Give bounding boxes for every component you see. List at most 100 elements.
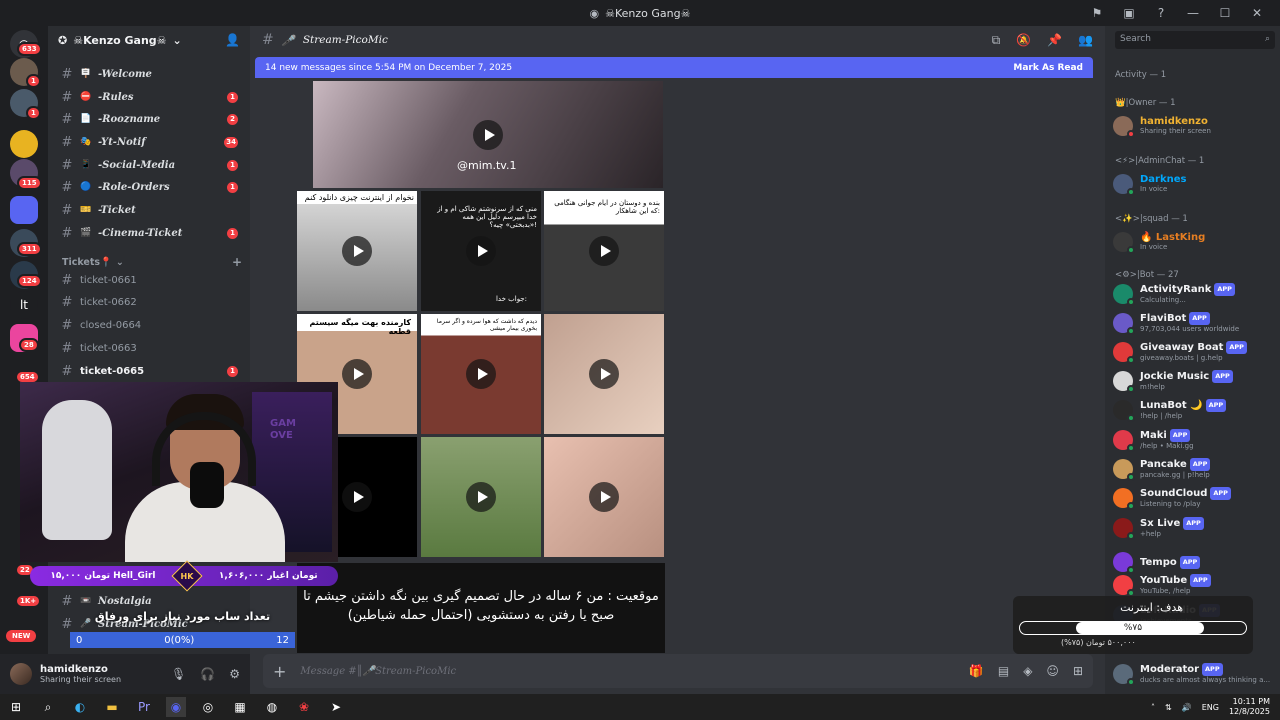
member-item[interactable]: YouTube APP YouTube, /help [1113, 573, 1275, 597]
member-item[interactable]: ActivityRank APP Calculating... [1113, 282, 1275, 306]
channel-item[interactable]: # 🪧 -Welcome [56, 64, 246, 84]
channel-item[interactable]: # 🔵 -Role-Orders 1 [56, 177, 246, 197]
pin-icon[interactable]: 📌 [1047, 33, 1062, 48]
activity-header[interactable]: Activity — 1 [1115, 70, 1166, 80]
status-dot [1127, 502, 1135, 510]
channel-item[interactable]: # 🎭 -Yt-Notif 34 [56, 132, 246, 152]
channel-header: # 🎤 Stream-PicoMic ⧉ 🔕 📌 👥 [250, 26, 1105, 54]
member-item[interactable]: LunaBot 🌙 APP !help | /help [1113, 398, 1275, 422]
new-messages-bar[interactable]: 14 new messages since 5:54 PM on Decembe… [255, 57, 1093, 78]
member-item[interactable]: 🔥 LastKing In voice [1113, 230, 1275, 254]
channel-item[interactable]: # 📄 -Roozname 2 [56, 109, 246, 129]
channel-item[interactable]: # 🎬 -Cinema-Ticket 1 [56, 223, 246, 243]
ticket-channel-item[interactable]: # ticket-0662 [56, 292, 246, 312]
member-item[interactable]: Maki APP/help • Maki.gg [1113, 428, 1275, 452]
message-input[interactable]: Message #║🎤Stream-PicoMic [300, 666, 456, 677]
ticket-channel-item[interactable]: # ticket-0663 [56, 338, 246, 358]
play-icon[interactable] [473, 119, 503, 150]
windows-start-icon[interactable]: ⊞ [6, 697, 26, 717]
member-item[interactable]: Darknes In voice [1113, 172, 1275, 196]
upload-plus-icon[interactable]: + [273, 662, 286, 681]
message-composer[interactable]: + Message #║🎤Stream-PicoMic 🎁 ▤ ◈ ☺ ⊞ [263, 654, 1093, 688]
new-tag[interactable]: NEW [6, 630, 37, 642]
member-item[interactable]: Jockie Music APP m!help [1113, 369, 1275, 393]
language-indicator[interactable]: ENG [1202, 703, 1219, 712]
screen-share-icon[interactable]: ▣ [1120, 6, 1138, 20]
discord-icon[interactable]: ◉ [166, 697, 186, 717]
premiere-icon[interactable]: Pr [134, 697, 154, 717]
video-tile[interactable]: نخوام از اینترنت چیزی دانلود کنم [297, 191, 417, 311]
search-icon[interactable]: ⌕ [38, 697, 58, 717]
video-tile[interactable] [544, 314, 664, 434]
add-channel-icon[interactable]: + [232, 255, 242, 269]
sticker-icon[interactable]: ◈ [1023, 664, 1032, 678]
app-icon[interactable]: ➤ [326, 697, 346, 717]
app-icon[interactable]: ▦ [230, 697, 250, 717]
microphone-icon[interactable]: 🎙 [171, 667, 186, 681]
file-explorer-icon[interactable]: ▬ [102, 697, 122, 717]
maximize-button[interactable]: ☐ [1216, 6, 1234, 20]
member-item[interactable]: Sx Live APP +help [1113, 516, 1275, 540]
member-list-icon[interactable]: 👥 [1078, 33, 1093, 48]
server-header[interactable]: ✪ ☠Kenzo Gang☠ ⌄ 👤 [48, 26, 250, 54]
channel-item[interactable]: # ⛔ -Rules 1 [56, 87, 246, 107]
avatar[interactable] [10, 663, 32, 685]
mark-as-read-button[interactable]: Mark As Read [1013, 63, 1083, 73]
ticket-channel-item[interactable]: # closed-0664 [56, 315, 246, 335]
inbox-icon[interactable]: ⚑ [1088, 6, 1106, 20]
ticket-channel-item[interactable]: # ticket-0661 [56, 270, 246, 290]
member-item[interactable]: Pancake APP pancake.gg | p!help [1113, 457, 1275, 481]
chrome-server-icon[interactable] [10, 130, 38, 158]
channel-item[interactable]: # 📱 -Social-Media 1 [56, 155, 246, 175]
video-tile[interactable]: @mim.tv.1 [313, 81, 663, 188]
invite-icon[interactable]: 👤 [225, 33, 240, 47]
server-icon[interactable]: lt [10, 291, 38, 319]
steam-icon[interactable]: ◎ [198, 697, 218, 717]
channel-item[interactable]: # 🎫 -Ticket [56, 200, 246, 220]
tickets-category[interactable]: Tickets📍 ⌄ + [62, 255, 242, 269]
help-icon[interactable]: ? [1152, 6, 1170, 20]
video-tile[interactable] [544, 437, 664, 557]
close-button[interactable]: ✕ [1248, 6, 1266, 20]
play-icon[interactable] [589, 236, 619, 266]
volume-icon[interactable]: 🔊 [1182, 703, 1192, 712]
ticket-channel-item[interactable]: # ticket-0665 1 [56, 361, 246, 381]
gift-icon[interactable]: 🎁 [969, 664, 984, 678]
gif-icon[interactable]: ▤ [998, 664, 1009, 678]
tray-chevron-icon[interactable]: ˄ [1151, 703, 1155, 712]
member-item[interactable]: Giveaway Boat APP giveaway.boats | g.help [1113, 340, 1275, 364]
member-item[interactable]: FlaviBot APP 97,703,044 users worldwide [1113, 311, 1275, 335]
minimize-button[interactable]: — [1184, 6, 1202, 20]
emoji-icon[interactable]: ☺ [1046, 664, 1059, 678]
network-icon[interactable]: ⇅ [1165, 703, 1172, 712]
play-icon[interactable] [589, 359, 619, 389]
member-item[interactable]: Tempo APP [1113, 550, 1275, 574]
clock[interactable]: 10:11 PM 12/8/2025 [1229, 697, 1270, 717]
play-icon[interactable] [589, 482, 619, 512]
folder-icon[interactable] [10, 196, 38, 224]
settings-gear-icon[interactable]: ⚙ [229, 667, 240, 681]
video-tile[interactable] [421, 437, 541, 557]
video-tile[interactable]: منی که از سرنوشتم شاکی ام و از خدا میپرس… [421, 191, 541, 311]
meme-text-image[interactable]: موقعیت : من ۶ ساله در حال تصمیم گیری بین… [297, 563, 665, 653]
notification-bell-icon[interactable]: 🔕 [1016, 33, 1031, 48]
member-item[interactable]: SoundCloud APP Listening to /play [1113, 486, 1275, 510]
obs-icon[interactable]: ◍ [262, 697, 282, 717]
app-icon[interactable]: ❀ [294, 697, 314, 717]
video-tile[interactable]: بنده و دوستان در ایام جوانی هنگامی که ای… [544, 191, 664, 311]
video-tile[interactable]: دیدم که داشت که هوا سرده و اگر سرما بخور… [421, 314, 541, 434]
play-icon[interactable] [466, 482, 496, 512]
play-icon[interactable] [342, 236, 372, 266]
member-item[interactable]: hamidkenzo Sharing their screen [1113, 114, 1275, 138]
headphones-icon[interactable]: 🎧 [200, 667, 215, 681]
apps-icon[interactable]: ⊞ [1073, 664, 1083, 678]
search-input[interactable]: Search ⌕ [1115, 31, 1275, 49]
play-icon[interactable] [466, 236, 496, 266]
edge-icon[interactable]: ◐ [70, 697, 90, 717]
threads-icon[interactable]: ⧉ [992, 33, 1001, 48]
play-icon[interactable] [342, 482, 372, 512]
play-icon[interactable] [342, 359, 372, 389]
member-item[interactable]: Moderator APP ducks are almost always thin… [1113, 662, 1275, 686]
play-icon[interactable] [466, 359, 496, 389]
channel-nostalgia[interactable]: # 📼 Nostalgia [56, 591, 246, 611]
